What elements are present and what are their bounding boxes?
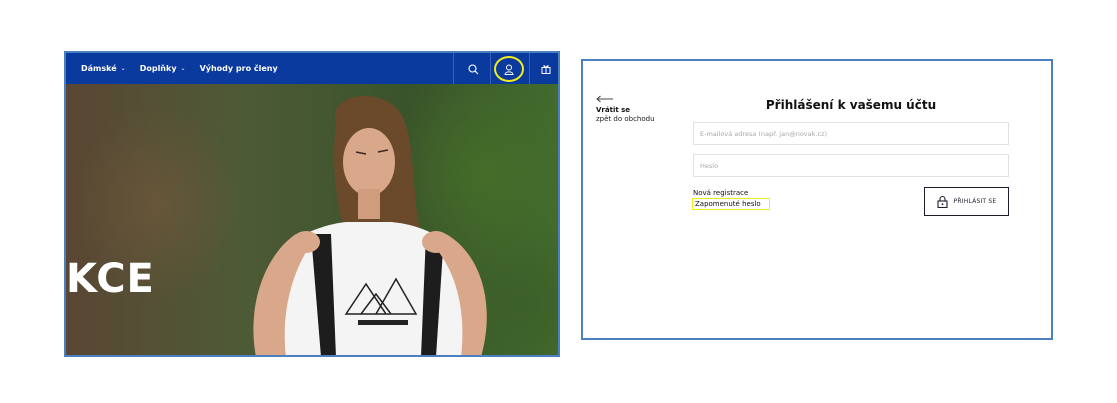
arrow-left-icon [596,95,613,103]
chevron-down-icon: ⌄ [120,65,126,72]
nav-item-label: Dámské [81,64,117,73]
back-link-title: Vrátit se [596,106,631,114]
search-icon[interactable] [464,60,482,78]
register-link[interactable]: Nová registrace [693,189,748,197]
hero-photo-person [253,95,487,355]
gift-icon[interactable] [537,60,555,78]
lock-icon [937,195,948,208]
nav-item-label: Doplňky [139,64,177,73]
nav-divider [453,53,454,84]
nav-item-label: Výhody pro členy [199,64,278,73]
nav-divider [529,53,530,84]
top-navigation: Dámské ⌄ Doplňky ⌄ Výhody pro členy [66,53,558,84]
login-button[interactable]: PŘIHLÁSIT SE [924,187,1009,216]
hero-banner: KCE [66,84,558,355]
nav-divider [490,53,491,84]
password-field[interactable] [693,154,1009,177]
page-title: Přihlášení k vašemu účtu [765,98,937,112]
nav-item-doplnky[interactable]: Doplňky ⌄ [140,64,186,73]
nav-item-vyhody[interactable]: Výhody pro členy [200,64,278,73]
login-button-label: PŘIHLÁSIT SE [953,198,997,205]
forgot-password-link[interactable]: Zapomenuté heslo [692,198,770,210]
email-field[interactable] [693,122,1009,145]
shop-screenshot: Dámské ⌄ Doplňky ⌄ Výhody pro členy KCE [64,51,560,357]
login-screenshot: Vrátit se zpět do obchodu Přihlášení k v… [581,59,1053,340]
hero-text: KCE [66,256,155,302]
account-highlight-ring [494,56,524,82]
chevron-down-icon: ⌄ [180,65,186,72]
nav-item-damske[interactable]: Dámské ⌄ [81,64,126,73]
back-link-subtitle: zpět do obchodu [596,115,655,123]
back-to-shop-link[interactable]: Vrátit se zpět do obchodu [596,95,655,124]
